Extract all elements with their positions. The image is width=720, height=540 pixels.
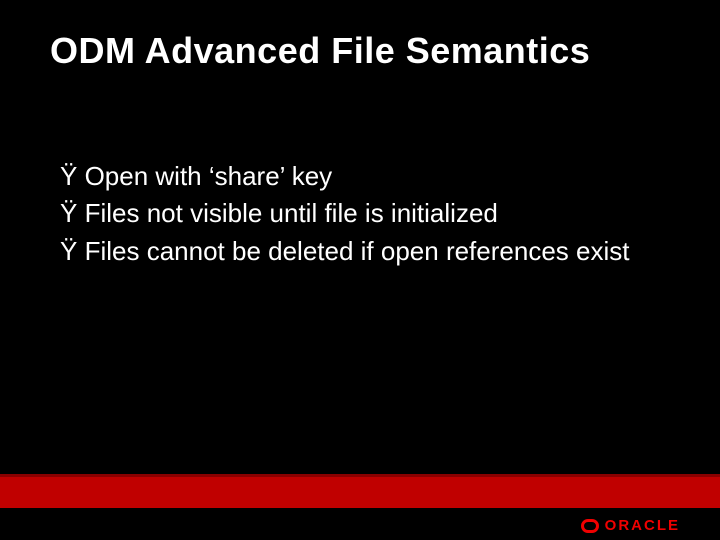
oracle-o-icon <box>581 519 599 533</box>
footer-red-bar <box>0 474 720 508</box>
bullet-mark-icon: Ÿ <box>60 161 77 191</box>
slide-title: ODM Advanced File Semantics <box>50 30 670 72</box>
slide-body: Ÿ Open with ‘share’ key Ÿ Files not visi… <box>60 160 660 272</box>
slide: ODM Advanced File Semantics Ÿ Open with … <box>0 0 720 540</box>
bullet-item: Ÿ Files cannot be deleted if open refere… <box>60 235 660 268</box>
bullet-text: Files not visible until file is initiali… <box>85 198 498 228</box>
footer-dark-bar: ORACLE <box>0 508 720 540</box>
bullet-mark-icon: Ÿ <box>60 236 77 266</box>
bullet-mark-icon: Ÿ <box>60 198 77 228</box>
bullet-item: Ÿ Open with ‘share’ key <box>60 160 660 193</box>
bullet-text: Open with ‘share’ key <box>85 161 333 191</box>
bullet-text: Files cannot be deleted if open referenc… <box>85 236 630 266</box>
oracle-logo: ORACLE <box>581 517 680 534</box>
oracle-wordmark: ORACLE <box>605 517 680 534</box>
bullet-item: Ÿ Files not visible until file is initia… <box>60 197 660 230</box>
